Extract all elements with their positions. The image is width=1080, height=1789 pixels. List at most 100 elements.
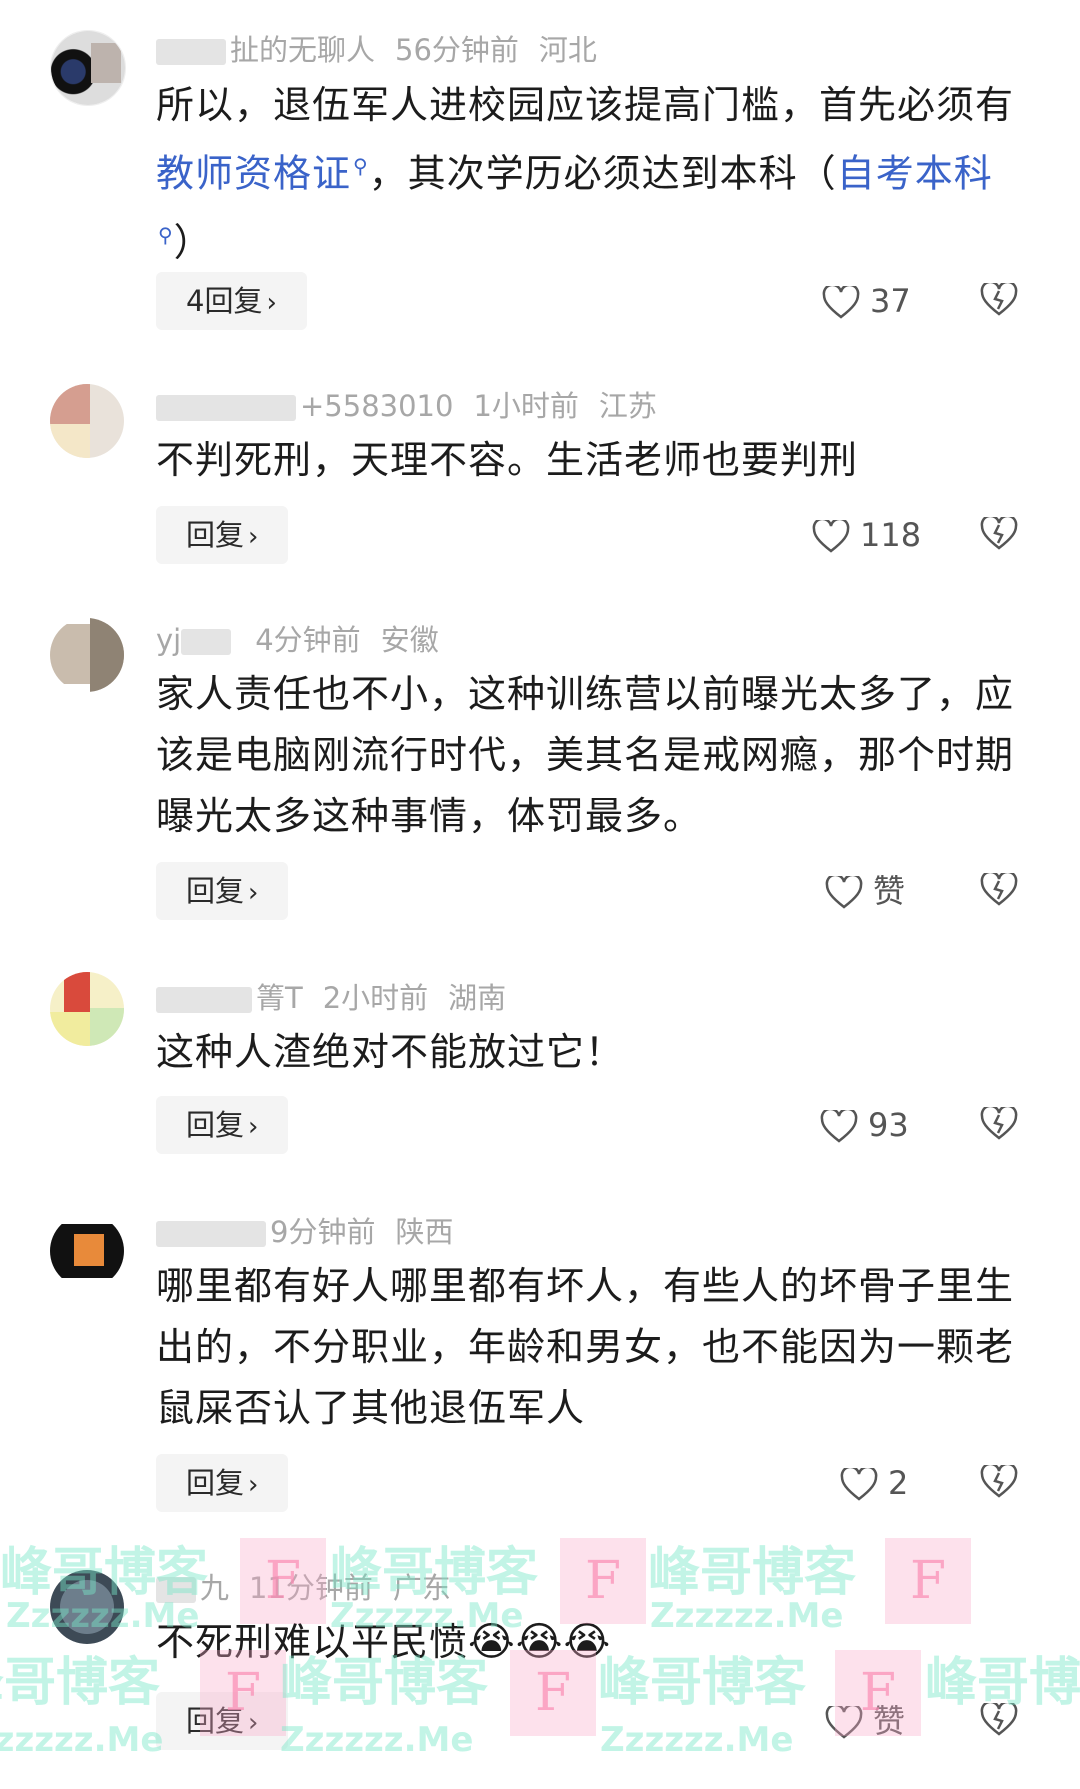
comment-location: 陕西 [395,1215,454,1249]
reply-button[interactable]: 回复 › [156,1692,289,1750]
avatar[interactable] [50,1570,124,1644]
comment-meta: 扯的无聊人 56分钟前 河北 [156,30,597,70]
dislike-button[interactable] [980,862,1020,920]
comment-location: 河北 [538,33,597,67]
comment-meta: 9分钟前 陕西 [156,1212,453,1252]
comment-location: 安徽 [380,623,439,657]
username[interactable]: yj [156,623,181,657]
comment-text: 哪里都有好人哪里都有坏人，有些人的坏骨子里生出的，不分职业，年龄和男女，也不能因… [156,1264,1015,1430]
heart-outline-icon [822,283,860,319]
like-count: 赞 [873,872,906,910]
comment-time: 11分钟前 [249,1571,373,1605]
username-blur [181,629,232,655]
reply-button[interactable]: 回复 › [156,1454,289,1512]
reply-label: 回复 [186,1108,245,1142]
reply-label: 回复 [186,518,245,552]
broken-heart-icon [980,870,1018,906]
magnifier-icon: ⚲ [353,154,369,178]
like-button[interactable]: 赞 [825,862,905,920]
chevron-right-icon: › [248,522,259,552]
broken-heart-icon [980,1104,1018,1140]
reply-label: 回复 [186,874,245,908]
comment-meta: 箐T 2小时前 湖南 [156,978,506,1018]
dislike-button[interactable] [980,506,1020,564]
comment-time: 1小时前 [473,389,579,423]
username-blur [156,395,296,421]
like-button[interactable]: 2 [840,1454,908,1512]
comment-text: 家人责任也不小，这种训练营以前曝光太多了，应该是电脑刚流行时代，美其名是戒网瘾，… [156,672,1015,838]
username[interactable]: 九 [200,1571,229,1605]
like-button[interactable]: 93 [820,1096,909,1154]
dislike-button[interactable] [980,1692,1020,1750]
comment-text: 所以，退伍军人进校园应该提高门槛，首先必须有教师资格证 ⚲，其次学历必须达到本科（… [156,75,1016,273]
dislike-button[interactable] [980,272,1020,330]
heart-outline-icon [812,517,850,553]
broken-heart-icon [980,1700,1018,1736]
username[interactable]: 扯的无聊人 [230,33,375,67]
username-blur [156,1221,266,1247]
chevron-right-icon: › [248,1470,259,1500]
dislike-button[interactable] [980,1454,1020,1512]
like-count: 118 [860,516,922,554]
dislike-button[interactable] [980,1096,1020,1154]
comment-time: 2小时前 [322,981,429,1015]
username-blur [156,987,252,1013]
comment-location: 广东 [392,1571,451,1605]
like-count: 赞 [873,1702,906,1740]
magnifier-icon: ⚲ [158,222,174,247]
username[interactable]: 箐T [256,981,303,1015]
reply-label: 回复 [186,1704,245,1738]
avatar[interactable] [50,30,126,106]
comment-text: 这种人渣绝对不能放过它！ [156,1030,625,1074]
broken-heart-icon [980,1462,1018,1498]
username-blur [156,39,226,65]
reply-button[interactable]: 回复 › [156,506,289,564]
comment-meta: +5583010 1小时前 江苏 [156,386,657,426]
reply-button[interactable]: 回复 › [156,862,289,920]
avatar[interactable] [50,1214,124,1288]
watermark-domain: Zzzzzz.Me [0,1720,164,1760]
like-button[interactable]: 赞 [825,1692,905,1750]
search-link-teacher-cert[interactable]: 教师资格证 [156,152,351,196]
like-count: 2 [888,1464,909,1502]
reply-label: 4回复 [186,284,263,318]
comment-meta: 九 11分钟前 广东 [156,1568,451,1608]
heart-outline-icon [840,1465,878,1501]
comment-location: 湖南 [448,981,507,1015]
heart-outline-icon [820,1107,858,1143]
watermark-domain: Zzzzzz.Me [600,1720,794,1760]
avatar[interactable] [50,618,124,692]
like-button[interactable]: 37 [822,272,911,330]
chevron-right-icon: › [248,1708,259,1738]
chevron-right-icon: › [266,288,277,318]
like-button[interactable]: 118 [812,506,921,564]
comment-meta: yj 4分钟前 安徽 [156,620,439,660]
username[interactable]: +5583010 [300,389,453,423]
watermark-name: 峰哥博客 [0,1653,161,1713]
like-count: 93 [868,1106,909,1144]
reply-button[interactable]: 回复 › [156,1096,289,1154]
comment-text-part: ） [173,220,213,265]
watermark-domain: Zzzzzz.Me [280,1720,474,1760]
reply-label: 回复 [186,1466,245,1500]
comment-text: 不死刑难以平民愤😭😭😭 [156,1612,1016,1673]
avatar[interactable] [50,384,124,458]
comment-text-part: ，其次学历必须达到本科（ [368,151,837,196]
like-count: 37 [870,282,911,320]
username-blur [156,1577,196,1603]
search-link-self-study[interactable]: 自考本科 [837,152,993,196]
heart-outline-icon [825,1703,863,1739]
comment-location: 江苏 [598,389,657,423]
comment-time: 9分钟前 [270,1215,376,1249]
broken-heart-icon [980,280,1018,316]
watermark-name: 峰哥博客 [648,1543,857,1603]
reply-button[interactable]: 4回复 › [156,272,307,330]
avatar[interactable] [50,972,124,1046]
chevron-right-icon: › [248,1112,259,1142]
heart-outline-icon [825,873,863,909]
broken-heart-icon [980,514,1018,550]
chevron-right-icon: › [248,878,259,908]
crying-emoji: 😭😭😭 [468,1619,612,1665]
comment-time: 4分钟前 [255,623,361,657]
comment-time: 56分钟前 [395,33,519,67]
